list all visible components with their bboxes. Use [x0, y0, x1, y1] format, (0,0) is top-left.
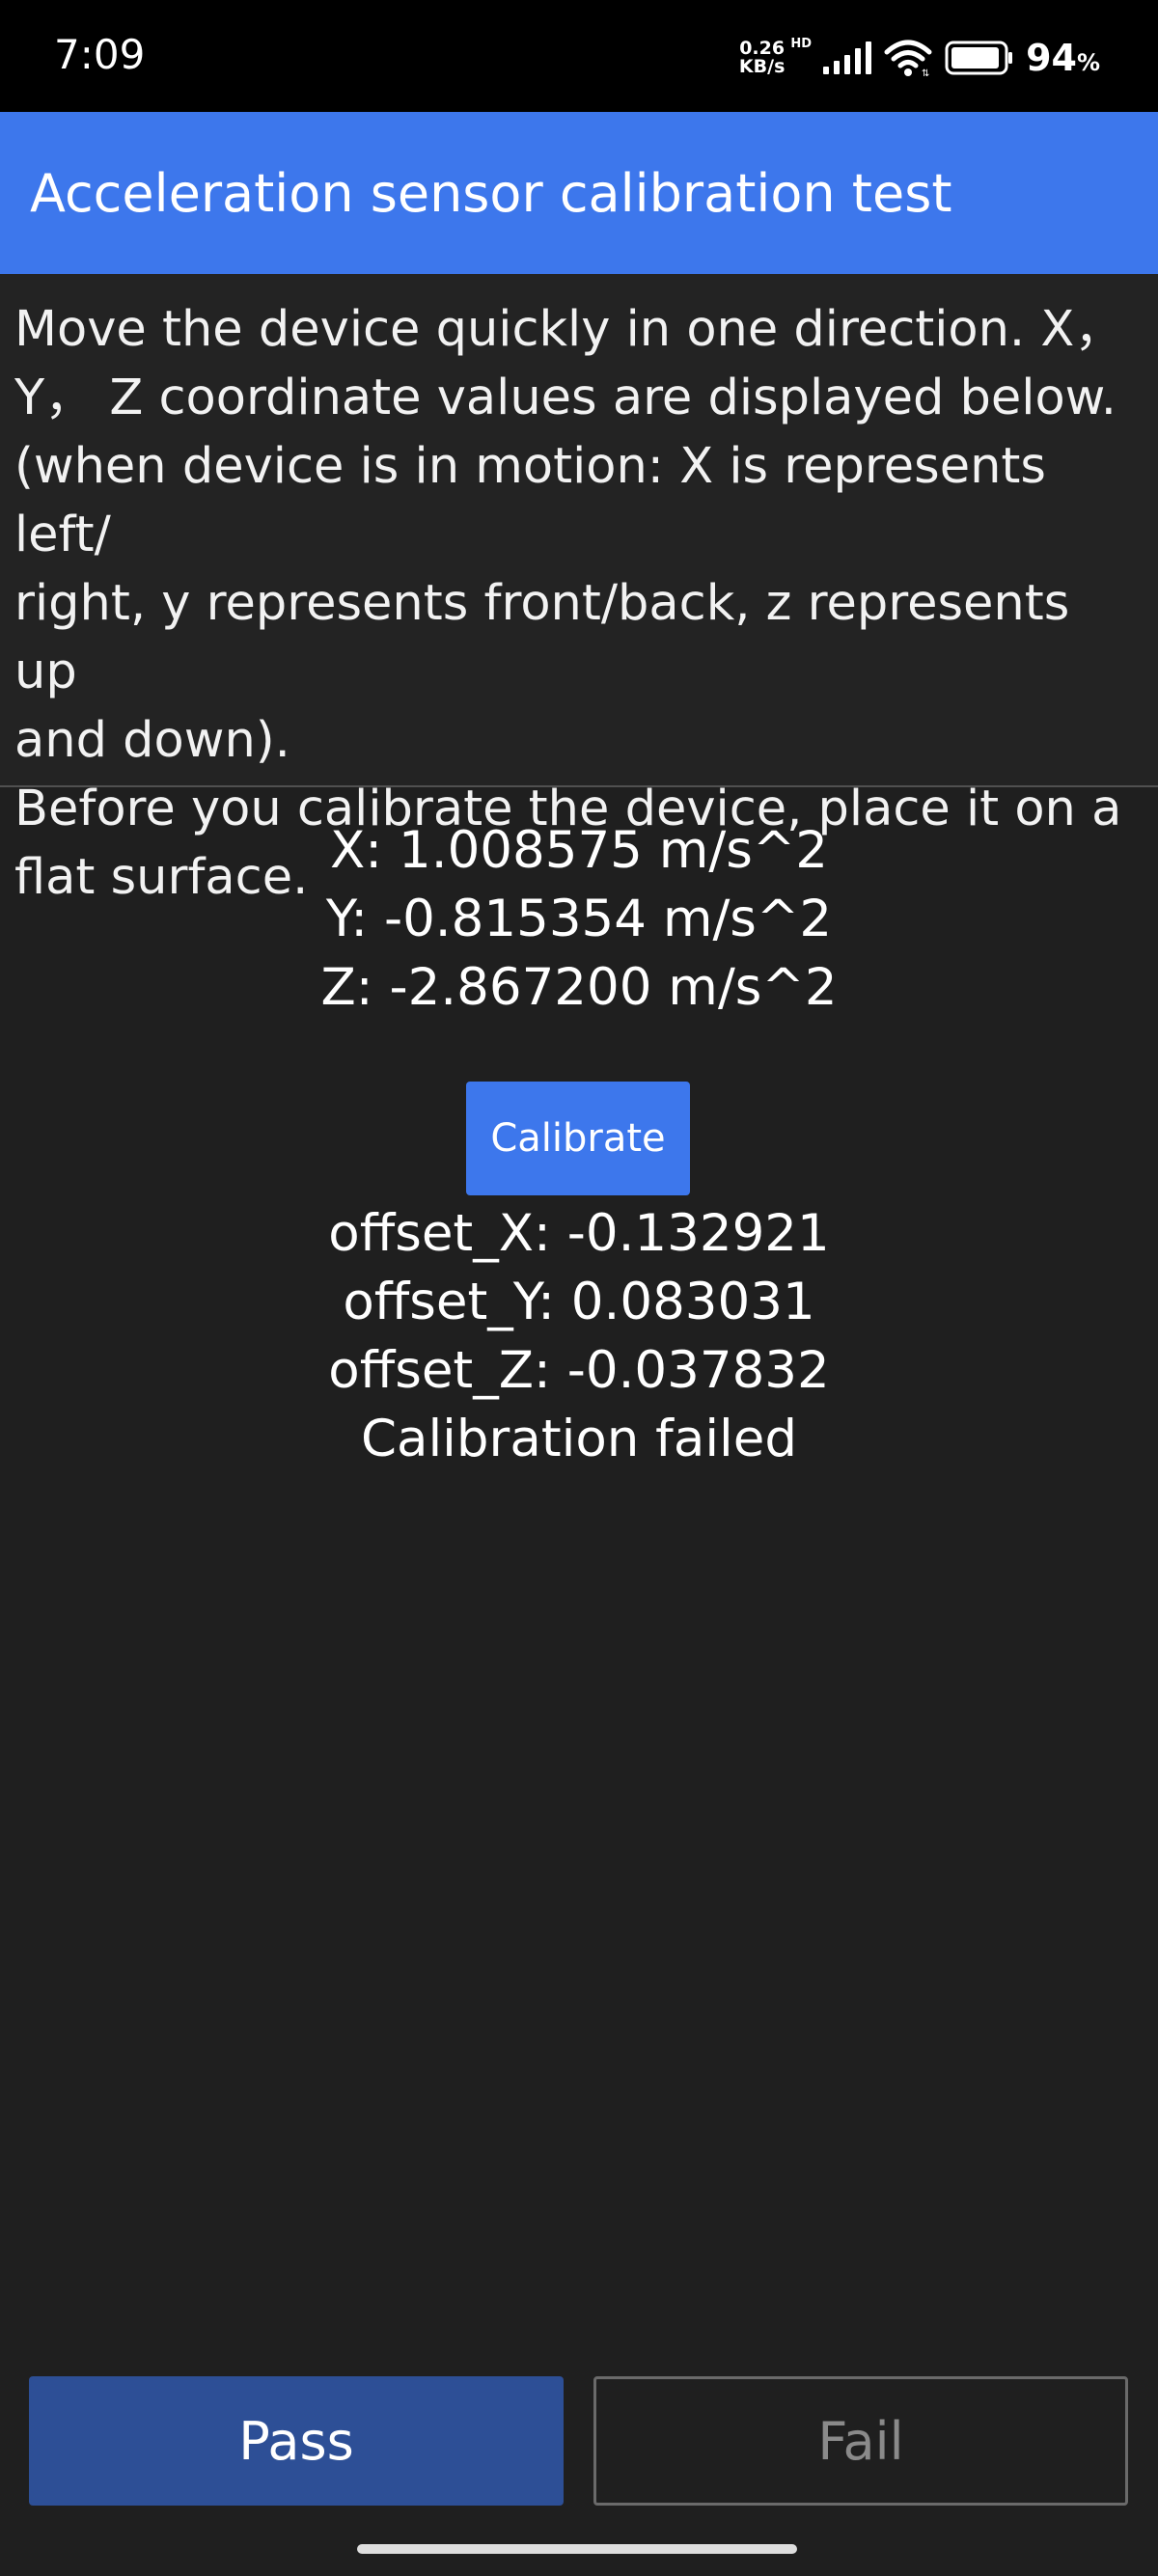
battery-icon: [945, 41, 1013, 75]
network-speed: 0.26 KB/s: [739, 40, 785, 76]
calibration-status: Calibration failed: [360, 1410, 798, 1468]
instructions-panel: Move the device quickly in one direction…: [0, 274, 1158, 906]
app-bar: Acceleration sensor calibration test: [0, 112, 1158, 274]
page-title: Acceleration sensor calibration test: [30, 162, 952, 224]
battery-percent: 94%: [1026, 37, 1100, 79]
pass-button[interactable]: Pass: [29, 2376, 564, 2506]
status-time: 7:09: [54, 31, 146, 78]
network-speed-unit: KB/s: [738, 56, 786, 77]
status-bar: 7:09 0.26 KB/s HD ⇅ 94%: [0, 0, 1158, 112]
reading-x: X: 1.008575 m/s^2: [330, 821, 828, 880]
svg-text:⇅: ⇅: [922, 69, 929, 77]
fail-button[interactable]: Fail: [593, 2376, 1128, 2506]
offset-z: offset_Z: -0.037832: [328, 1341, 830, 1400]
offset-y: offset_Y: 0.083031: [343, 1273, 815, 1331]
calibration-offsets: offset_X: -0.132921 offset_Y: 0.083031 o…: [0, 1199, 1158, 1473]
hd-badge: HD: [790, 37, 813, 51]
reading-z: Z: -2.867200 m/s^2: [320, 958, 838, 1017]
offset-x: offset_X: -0.132921: [328, 1204, 830, 1263]
gesture-nav-handle[interactable]: [357, 2544, 797, 2554]
reading-y: Y: -0.815354 m/s^2: [325, 890, 833, 948]
status-icons: 0.26 KB/s HD ⇅ 94%: [739, 37, 1100, 79]
calibrate-button[interactable]: Calibrate: [466, 1082, 690, 1195]
signal-icon: [823, 41, 872, 74]
wifi-icon: ⇅: [884, 40, 932, 77]
sensor-readings: X: 1.008575 m/s^2 Y: -0.815354 m/s^2 Z: …: [0, 816, 1158, 1022]
